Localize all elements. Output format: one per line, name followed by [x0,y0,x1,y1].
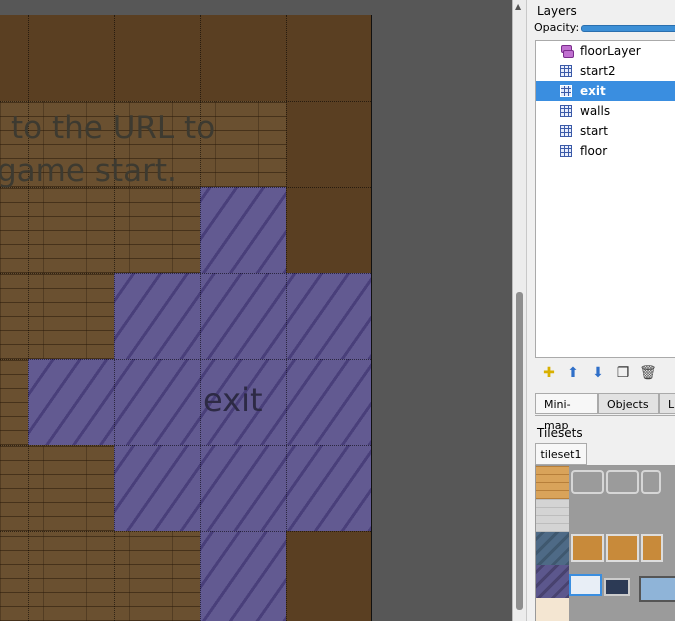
map-tile [286,187,371,273]
new-layer-icon[interactable]: ✚ [539,362,559,384]
layer-label: exit [580,84,606,98]
map-tile [286,101,371,187]
tileset-tile[interactable] [536,466,569,499]
dock-tab-bar: Mini-map Objects L [535,393,675,432]
tileset-tile[interactable] [604,578,630,596]
map-canvas-area[interactable]: to the URL to game start. exit [0,0,512,621]
map-tile [0,359,28,445]
tileset-tile[interactable] [536,532,569,565]
tile-layer-icon [560,145,572,157]
vertical-scrollbar[interactable]: ▲ [512,0,526,621]
layer-item-start[interactable]: start [536,121,675,141]
exit-region-tile [200,531,286,621]
lower-layer-icon[interactable]: ⬇ [588,362,608,384]
grid-line [0,273,371,274]
layer-label: walls [580,104,611,118]
tileset-tile[interactable] [641,534,663,562]
tileset-tile[interactable] [536,565,569,598]
tab-truncated[interactable]: L [659,393,675,414]
map-tile [286,531,371,621]
tileset-tile[interactable] [606,534,639,562]
tileset-tile[interactable] [536,598,569,621]
layer-item-floorLayer[interactable]: floorLayer [536,41,675,61]
map-tile [0,531,200,621]
layer-label: start2 [580,64,616,78]
tileset-tile[interactable] [571,534,604,562]
scroll-up-icon[interactable]: ▲ [515,2,521,11]
map-view[interactable]: to the URL to game start. exit [0,15,372,621]
tab-tileset1[interactable]: tileset1 [535,443,587,465]
map-tile [0,445,114,531]
layer-item-floor[interactable]: floor [536,141,675,161]
layer-item-walls[interactable]: walls [536,101,675,121]
duplicate-layer-icon[interactable]: ❐ [613,362,633,384]
tileset-tile[interactable] [569,574,602,596]
side-panel: Layers Opacity: floorLayer start2 exit w… [526,0,675,621]
map-overlay-text-line2: game start. [0,153,177,189]
layers-panel-title: Layers [537,4,577,18]
grid-line [0,101,371,102]
tileset-tile[interactable] [641,470,661,494]
map-tile [0,187,200,273]
exit-region-label: exit [203,381,263,419]
layer-label: floor [580,144,608,158]
map-tile [0,15,371,101]
delete-layer-icon[interactable]: 🗑 [638,362,658,384]
tile-layer-icon [560,125,572,137]
tilesets-panel-title: Tilesets [537,426,583,440]
tile-layer-icon [560,105,572,117]
layers-list[interactable]: floorLayer start2 exit walls start floor [535,40,675,358]
opacity-label: Opacity: [534,21,580,34]
grid-line [0,445,371,446]
grid-line [0,531,371,532]
tab-objects[interactable]: Objects [598,393,659,414]
tile-layer-icon [560,85,572,97]
tileset-tile[interactable] [606,470,639,494]
map-tile [0,273,114,359]
opacity-slider[interactable] [581,25,675,32]
tile-layer-icon [560,65,572,77]
tileset-tile[interactable] [639,576,675,602]
tileset-tile[interactable] [536,499,569,532]
layer-item-start2[interactable]: start2 [536,61,675,81]
exit-region-tile [200,187,286,273]
object-layer-icon [560,45,574,58]
tileset-tile[interactable] [571,470,604,494]
raise-layer-icon[interactable]: ⬆ [563,362,583,384]
grid-line [0,359,371,360]
layer-label: start [580,124,608,138]
scrollbar-thumb[interactable] [516,292,523,610]
layer-label: floorLayer [580,44,641,58]
tab-minimap[interactable]: Mini-map [535,393,598,432]
exit-region-tile [114,273,371,359]
map-overlay-text-line1: to the URL to [11,110,216,146]
layer-item-exit[interactable]: exit [536,81,675,101]
exit-region-tile [114,445,371,531]
tileset-view[interactable] [535,465,675,621]
